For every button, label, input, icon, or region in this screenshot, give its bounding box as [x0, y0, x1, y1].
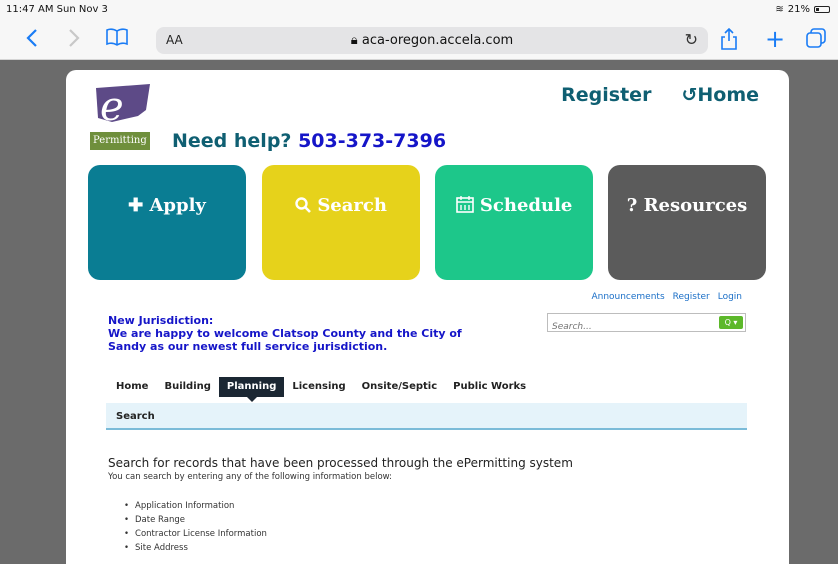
home-link[interactable]: ↺Home [681, 84, 759, 106]
calendar-icon [455, 195, 480, 216]
breadcrumb: Search [106, 403, 747, 430]
battery-percent: 21% [787, 4, 810, 15]
list-item: Contractor License Information [124, 529, 267, 543]
login-link[interactable]: Login [718, 292, 742, 302]
resources-tile[interactable]: ? Resources [608, 165, 766, 280]
search-tile[interactable]: Search [262, 165, 420, 280]
browser-toolbar: AA 🔒︎ aca-oregon.accela.com ↻ + [0, 20, 838, 60]
account-links: Announcements Register Login [591, 292, 742, 302]
url-label: aca-oregon.accela.com [361, 33, 514, 48]
help-phone[interactable]: 503-373-7396 [298, 130, 446, 152]
back-icon[interactable] [26, 28, 38, 52]
list-item: Date Range [124, 515, 267, 529]
bookmarks-icon[interactable] [106, 28, 128, 50]
help-line: Need help? 503-373-7396 [172, 130, 446, 152]
tabs-icon[interactable] [806, 28, 826, 52]
register-link[interactable]: Register [561, 84, 651, 106]
wifi-icon: ≋ [775, 4, 784, 15]
status-time: 11:47 AM Sun Nov 3 [6, 4, 108, 15]
home-label: Home [697, 84, 759, 106]
battery-icon [814, 6, 830, 13]
apply-label: Apply [149, 195, 206, 216]
question-icon: ? [626, 195, 644, 216]
register-mini-link[interactable]: Register [673, 292, 710, 302]
plus-icon: ✚ [128, 195, 150, 216]
share-icon[interactable] [720, 27, 738, 54]
home-icon: ↺ [681, 84, 698, 106]
schedule-tile[interactable]: Schedule [435, 165, 593, 280]
top-links: Register ↺Home [561, 84, 759, 106]
list-item: Site Address [124, 543, 267, 557]
search-icon: Q ▾ [724, 318, 738, 327]
status-right: ≋ 21% [775, 4, 830, 15]
reload-icon[interactable]: ↻ [685, 30, 698, 49]
search-input[interactable] [548, 318, 698, 336]
magnifier-icon [295, 195, 317, 216]
page-subheading: You can search by entering any of the fo… [108, 472, 392, 482]
address-bar[interactable]: AA 🔒︎ aca-oregon.accela.com ↻ [156, 27, 708, 54]
search-label: Search [317, 195, 387, 216]
help-label: Need help? [172, 130, 292, 152]
schedule-label: Schedule [479, 195, 573, 216]
tab-building[interactable]: Building [156, 377, 218, 397]
tab-home[interactable]: Home [108, 377, 156, 397]
site-search: Q ▾ [547, 313, 746, 336]
svg-text:e: e [100, 84, 124, 130]
list-item: Application Information [124, 501, 267, 515]
logo-text: Permitting [93, 135, 147, 146]
notice-title: New Jurisdiction: [108, 314, 214, 327]
resources-label: Resources [643, 195, 748, 216]
lock-icon: 🔒︎ [350, 33, 358, 48]
epermitting-logo[interactable]: e Permitting [90, 82, 158, 152]
module-tabs: Home Building Planning Licensing Onsite/… [108, 377, 534, 402]
tab-public-works[interactable]: Public Works [445, 377, 534, 397]
status-bar: 11:47 AM Sun Nov 3 ≋ 21% [0, 0, 838, 20]
apply-tile[interactable]: ✚ Apply [88, 165, 246, 280]
jurisdiction-notice: New Jurisdiction: We are happy to welcom… [108, 314, 468, 353]
tab-onsite-septic[interactable]: Onsite/Septic [354, 377, 446, 397]
forward-icon[interactable] [68, 28, 80, 52]
new-tab-icon[interactable]: + [765, 27, 785, 51]
search-criteria-list: Application Information Date Range Contr… [124, 501, 267, 557]
announcements-link[interactable]: Announcements [591, 292, 664, 302]
search-button[interactable]: Q ▾ [719, 316, 743, 329]
page-heading: Search for records that have been proces… [108, 456, 573, 470]
url-text: 🔒︎ aca-oregon.accela.com [156, 33, 708, 48]
tab-licensing[interactable]: Licensing [284, 377, 353, 397]
web-page: e Permitting Need help? 503-373-7396 Reg… [66, 70, 789, 564]
notice-body: We are happy to welcome Clatsop County a… [108, 327, 462, 353]
tab-planning[interactable]: Planning [218, 377, 285, 402]
